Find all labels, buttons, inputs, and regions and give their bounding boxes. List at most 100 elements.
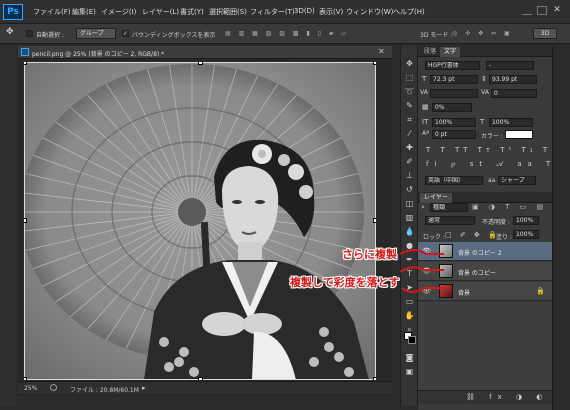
- menu-help[interactable]: ヘルプ(H): [393, 7, 425, 17]
- blend-mode-value: 通常: [428, 217, 441, 224]
- lasso-tool-icon[interactable]: ➰: [404, 86, 415, 97]
- menu-layer[interactable]: レイヤー(L): [142, 7, 179, 17]
- filter-search-icon: ⌕: [421, 203, 425, 211]
- close-document-icon[interactable]: ✕: [378, 47, 385, 56]
- handle-top[interactable]: [198, 62, 203, 65]
- fill-value: 100%: [516, 231, 534, 238]
- menu-image[interactable]: イメージ(I): [101, 7, 136, 17]
- font-style-value: -: [489, 62, 492, 69]
- handle-right[interactable]: [373, 218, 376, 223]
- layer-filter-buttons[interactable]: ▣ ◑ T ▭ ▤: [472, 203, 543, 213]
- gradient-tool-icon[interactable]: ▥: [404, 212, 415, 223]
- layer-name: 背景 のコピー: [458, 270, 496, 277]
- bounding-box-checkbox[interactable]: ✓: [122, 30, 129, 37]
- right-panel-dock: [552, 46, 570, 410]
- menu-file[interactable]: ファイル(F): [33, 7, 71, 17]
- quick-select-tool-icon[interactable]: ✎: [404, 100, 415, 111]
- menu-3d[interactable]: 3D(D): [294, 7, 315, 15]
- menu-type[interactable]: 書式(Y): [180, 7, 204, 17]
- font-size-value: 72.3 pt: [433, 76, 455, 83]
- transform-bounding-box[interactable]: [24, 62, 376, 380]
- vertical-scale-icon: IT: [422, 118, 429, 126]
- filter-kind-select[interactable]: 種類: [430, 203, 468, 212]
- filter-kind-value: 種類: [433, 204, 446, 211]
- baseline-field[interactable]: 0 pt: [432, 130, 476, 139]
- anti-alias-select[interactable]: シャープ: [498, 176, 536, 185]
- annotation-arrows: [400, 249, 444, 293]
- tab-paragraph[interactable]: 段落: [420, 47, 440, 57]
- font-size-icon: T: [422, 75, 427, 83]
- screen-mode-icon[interactable]: ▣: [404, 366, 415, 377]
- handle-top-left[interactable]: [24, 62, 27, 65]
- status-icon: [50, 384, 57, 391]
- move-tool-icon[interactable]: ✥: [6, 27, 14, 37]
- horizontal-scale-field[interactable]: 100%: [489, 118, 533, 127]
- handle-bottom-right[interactable]: [373, 377, 376, 380]
- opentype-buttons[interactable]: fi ℘ st 𝒜 aa T 1st ½: [426, 160, 570, 170]
- stamp-tool-icon[interactable]: ⊥: [404, 170, 415, 181]
- tracking-icon: VA: [481, 89, 489, 96]
- hand-tool-icon[interactable]: ✋: [404, 310, 415, 321]
- menu-bar: Ps ファイル(F) 編集(E) イメージ(I) レイヤー(L) 書式(Y) 選…: [0, 0, 570, 24]
- brush-tool-icon[interactable]: ✐: [404, 156, 415, 167]
- blend-mode-select[interactable]: 通常: [425, 216, 475, 225]
- healing-brush-tool-icon[interactable]: ✚: [404, 142, 415, 153]
- tracking-field[interactable]: 0: [491, 89, 537, 98]
- eyedropper-tool-icon[interactable]: ⁄: [404, 128, 415, 139]
- handle-left[interactable]: [24, 218, 27, 223]
- text-style-buttons[interactable]: T T TT Tт T¹ T₁ T Ŧ: [426, 146, 562, 156]
- layer-name: 背景 のコピー 2: [458, 250, 502, 257]
- menu-window[interactable]: ウィンドウ(W): [346, 7, 393, 17]
- kerning-field[interactable]: [430, 89, 478, 98]
- align-buttons[interactable]: ▤ ▥ ▦ ▧ ▨ ▩ ▮ ▯ ▰ ▱: [225, 30, 349, 37]
- tab-character[interactable]: 文字: [440, 47, 461, 57]
- menu-edit[interactable]: 編集(E): [72, 7, 96, 17]
- eraser-tool-icon[interactable]: ◫: [404, 198, 415, 209]
- ps-doc-icon: [21, 48, 29, 56]
- handle-top-right[interactable]: [373, 62, 376, 65]
- text-color-swatch[interactable]: [505, 130, 533, 139]
- font-family-select[interactable]: HGP行書体: [425, 61, 480, 70]
- close-button[interactable]: ✕: [552, 6, 562, 15]
- status-menu-arrow-icon[interactable]: ▸: [142, 384, 146, 392]
- maximize-button[interactable]: [537, 6, 547, 15]
- quick-mask-icon[interactable]: ◙: [404, 352, 415, 363]
- tsume-value: 0%: [435, 104, 445, 111]
- background-color-swatch[interactable]: [408, 336, 416, 344]
- menu-view[interactable]: 表示(V): [319, 7, 343, 17]
- leading-field[interactable]: 93.99 pt: [489, 75, 537, 84]
- fill-field[interactable]: 100%: [513, 230, 539, 239]
- opacity-field[interactable]: 100%: [513, 216, 539, 225]
- opacity-value: 100%: [516, 217, 534, 224]
- marquee-tool-icon[interactable]: ⬚: [404, 72, 415, 83]
- layers-footer-buttons[interactable]: ⛓ fx ◑ ◐ ▭ ▣ 🗑: [418, 390, 570, 404]
- tsume-field[interactable]: 0%: [432, 103, 472, 112]
- workspace-dropdown[interactable]: 3D: [533, 28, 557, 39]
- image-canvas[interactable]: [24, 62, 376, 380]
- font-size-field[interactable]: 72.3 pt: [430, 75, 478, 84]
- handle-bottom-left[interactable]: [24, 377, 27, 380]
- menu-select[interactable]: 選択範囲(S): [209, 7, 247, 17]
- document-tab[interactable]: pencil.png @ 25% (背景 のコピー 2, RGB/8) * ✕: [18, 46, 392, 59]
- language-select[interactable]: 英語（中国）: [425, 176, 483, 185]
- leading-value: 93.99 pt: [492, 76, 518, 83]
- document-title: pencil.png @ 25% (背景 のコピー 2, RGB/8) *: [32, 51, 165, 58]
- auto-select-checkbox[interactable]: [26, 30, 33, 37]
- menu-filter[interactable]: フィルター(T): [250, 7, 295, 17]
- auto-select-dropdown[interactable]: グループ: [76, 28, 116, 39]
- handle-bottom[interactable]: [198, 377, 203, 380]
- tab-layers[interactable]: レイヤー: [420, 193, 452, 203]
- vertical-scale-field[interactable]: 100%: [432, 118, 476, 127]
- crop-tool-icon[interactable]: ⌗: [404, 114, 415, 125]
- opacity-label: 不透明度 :: [482, 219, 510, 226]
- photoshop-window: Ps ファイル(F) 編集(E) イメージ(I) レイヤー(L) 書式(Y) 選…: [0, 0, 570, 410]
- minimize-button[interactable]: [522, 6, 532, 15]
- move-tool-icon[interactable]: ✥: [404, 58, 415, 69]
- lock-buttons[interactable]: ▢ ✐ ✥ 🔒: [445, 231, 497, 240]
- history-brush-tool-icon[interactable]: ↺: [404, 184, 415, 195]
- anti-alias-label: aa: [488, 177, 496, 184]
- font-style-select[interactable]: -: [486, 61, 534, 70]
- zoom-level[interactable]: 25%: [24, 385, 37, 392]
- 3d-mode-buttons[interactable]: ◎ ✣ ✥ ⇔ ▣: [452, 30, 513, 37]
- blur-tool-icon[interactable]: 💧: [404, 226, 415, 237]
